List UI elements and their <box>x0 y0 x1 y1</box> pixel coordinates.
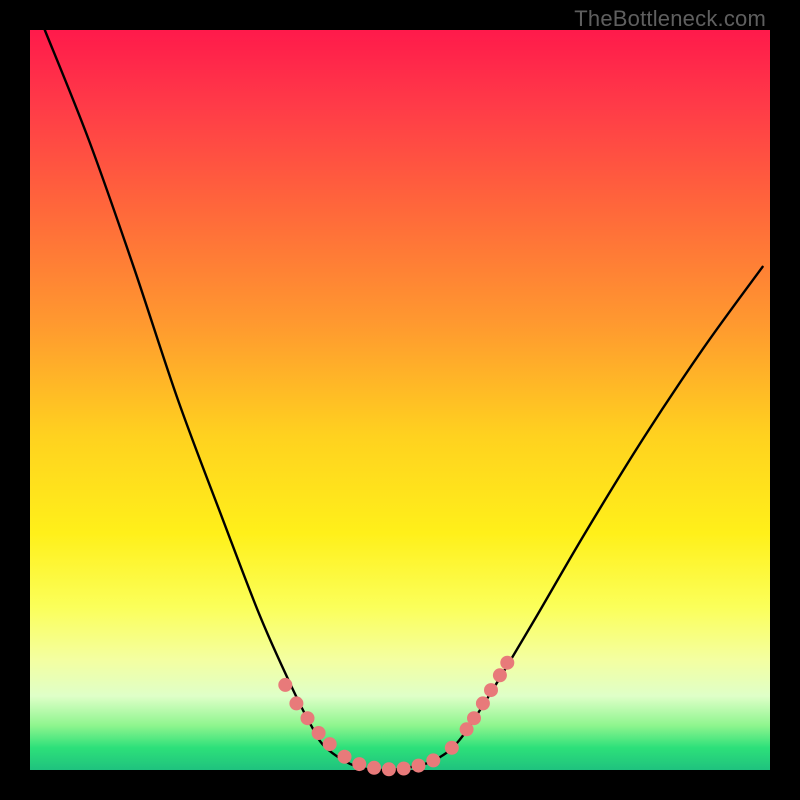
highlight-dot <box>367 761 381 775</box>
chart-frame <box>30 30 770 770</box>
highlight-dot <box>500 656 514 670</box>
highlight-dot <box>412 759 426 773</box>
highlight-dot <box>338 750 352 764</box>
highlight-dot <box>323 737 337 751</box>
watermark-text: TheBottleneck.com <box>574 6 766 32</box>
highlight-dot <box>445 741 459 755</box>
highlight-dot <box>289 696 303 710</box>
highlight-dot <box>278 678 292 692</box>
highlight-dots-group <box>278 656 514 777</box>
highlight-dot <box>312 726 326 740</box>
highlight-dot <box>352 757 366 771</box>
bottleneck-curve-path <box>45 30 763 770</box>
highlight-dot <box>467 711 481 725</box>
highlight-dot <box>301 711 315 725</box>
highlight-dot <box>426 753 440 767</box>
highlight-dot <box>382 762 396 776</box>
highlight-dot <box>484 683 498 697</box>
highlight-dot <box>397 762 411 776</box>
highlight-dot <box>493 668 507 682</box>
highlight-dot <box>476 696 490 710</box>
bottleneck-chart <box>30 30 770 770</box>
